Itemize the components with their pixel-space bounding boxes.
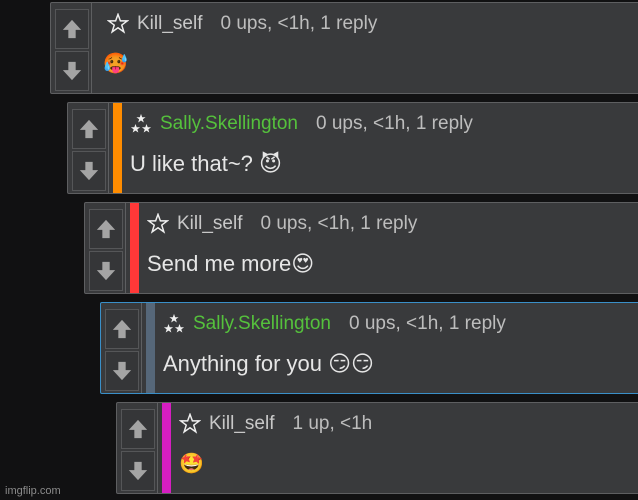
star-outline-icon <box>147 213 169 235</box>
thread-color-bar <box>162 403 171 493</box>
vote-column <box>51 3 92 93</box>
vote-column <box>101 303 142 393</box>
downvote-button[interactable] <box>89 251 123 291</box>
username-link[interactable]: Kill_self <box>177 213 242 235</box>
thread-color-bar <box>130 203 139 293</box>
triple-star-icon <box>130 113 152 135</box>
comment-text: 🤩 <box>179 453 204 475</box>
arrow-down-icon <box>61 60 83 82</box>
comment-header: Kill_self 0 ups, <1h, 1 reply <box>147 211 417 237</box>
arrow-up-icon <box>111 318 133 340</box>
star-outline-icon <box>107 13 129 35</box>
username-link[interactable]: Kill_self <box>209 413 274 435</box>
comment-header: Kill_self 0 ups, <1h, 1 reply <box>107 11 377 37</box>
triple-star-icon <box>163 313 185 335</box>
comment-card: Sally.Skellington 0 ups, <1h, 1 reply An… <box>100 302 638 394</box>
vote-column <box>117 403 158 493</box>
star-outline-icon <box>179 413 201 435</box>
comment-header: Sally.Skellington 0 ups, <1h, 1 reply <box>163 311 506 337</box>
upvote-button[interactable] <box>121 409 155 449</box>
arrow-down-icon <box>127 460 149 482</box>
comment-meta: 0 ups, <1h, 1 reply <box>349 313 506 334</box>
vote-column <box>68 103 109 193</box>
vote-column <box>85 203 126 293</box>
arrow-up-icon <box>61 18 83 40</box>
comment-text: Send me more😍 <box>147 251 315 276</box>
username-link[interactable]: Kill_self <box>137 13 202 35</box>
comment-meta: 1 up, <1h <box>292 413 373 434</box>
downvote-button[interactable] <box>105 351 139 391</box>
username-link[interactable]: Sally.Skellington <box>160 113 298 135</box>
upvote-button[interactable] <box>55 9 89 49</box>
arrow-up-icon <box>78 118 100 140</box>
comment-text: Anything for you 😏😏 <box>163 351 374 376</box>
username-link[interactable]: Sally.Skellington <box>193 313 331 335</box>
upvote-button[interactable] <box>89 209 123 249</box>
comment-header: Kill_self 1 up, <1h <box>179 411 372 437</box>
downvote-button[interactable] <box>55 51 89 91</box>
arrow-up-icon <box>95 218 117 240</box>
upvote-button[interactable] <box>105 309 139 349</box>
imgflip-watermark: imgflip.com <box>5 485 61 497</box>
downvote-button[interactable] <box>72 151 106 191</box>
upvote-button[interactable] <box>72 109 106 149</box>
comment-card: Kill_self 1 up, <1h 🤩 <box>116 402 638 494</box>
arrow-up-icon <box>127 418 149 440</box>
comment-text: 🥵 <box>103 53 128 75</box>
thread-color-bar <box>146 303 155 393</box>
comment-text: U like that~? 😈 <box>130 151 282 176</box>
comment-meta: 0 ups, <1h, 1 reply <box>260 213 418 234</box>
comment-meta: 0 ups, <1h, 1 reply <box>316 113 473 134</box>
comment-meta: 0 ups, <1h, 1 reply <box>220 13 378 34</box>
arrow-down-icon <box>95 260 117 282</box>
thread-color-bar <box>113 103 122 193</box>
downvote-button[interactable] <box>121 451 155 491</box>
arrow-down-icon <box>78 160 100 182</box>
comment-header: Sally.Skellington 0 ups, <1h, 1 reply <box>130 111 473 137</box>
comment-card: Kill_self 0 ups, <1h, 1 reply Send me mo… <box>84 202 638 294</box>
arrow-down-icon <box>111 360 133 382</box>
comment-card: Sally.Skellington 0 ups, <1h, 1 reply U … <box>67 102 638 194</box>
comment-card: Kill_self 0 ups, <1h, 1 reply 🥵 <box>50 2 638 94</box>
